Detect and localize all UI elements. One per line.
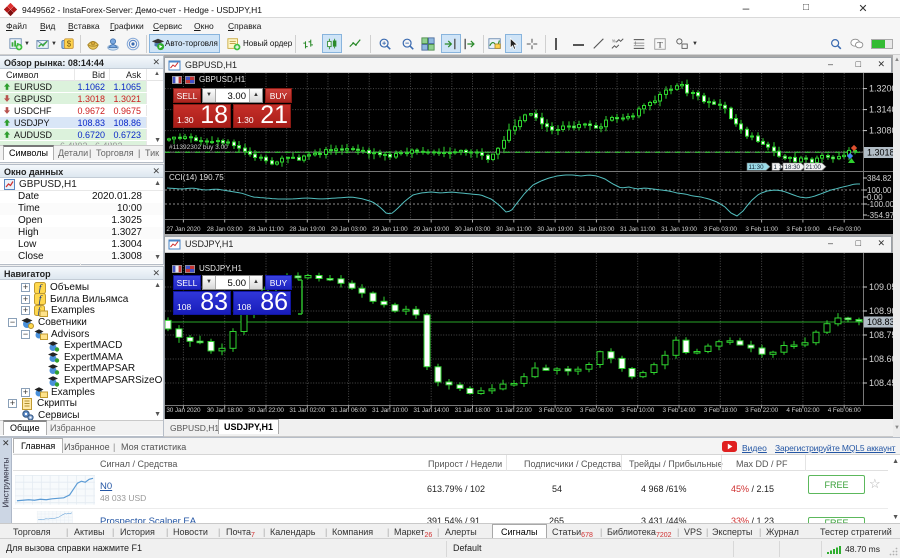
svg-text:31 Jan 02:00: 31 Jan 02:00	[289, 407, 325, 414]
svg-text:108.90: 108.90	[869, 306, 893, 316]
svg-text:31 Jan 14:00: 31 Jan 14:00	[413, 407, 449, 414]
svg-text:27 Jan 2020: 27 Jan 2020	[166, 226, 201, 233]
svg-text:T: T	[657, 40, 663, 50]
svg-text:1.3080: 1.3080	[869, 126, 893, 136]
svg-text:109.05: 109.05	[869, 282, 893, 292]
svg-text:28 Jan 19:00: 28 Jan 19:00	[289, 226, 325, 233]
svg-text:30 Jan 22:00: 30 Jan 22:00	[248, 407, 284, 414]
svg-text:30 Jan 11:00: 30 Jan 11:00	[496, 226, 532, 233]
svg-text:108.60: 108.60	[869, 354, 893, 364]
svg-text:21:00: 21:00	[806, 164, 822, 171]
svg-text:31 Jan 06:00: 31 Jan 06:00	[331, 407, 367, 414]
svg-text:31 Jan 19:00: 31 Jan 19:00	[661, 226, 697, 233]
svg-text:18:30: 18:30	[785, 164, 801, 171]
svg-text:1.3140: 1.3140	[869, 105, 893, 115]
svg-text:%: %	[612, 38, 616, 43]
svg-text:1.3200: 1.3200	[869, 84, 893, 94]
svg-text:4 Feb 03:00: 4 Feb 03:00	[828, 226, 862, 233]
svg-text:29 Jan 11:00: 29 Jan 11:00	[372, 226, 408, 233]
svg-text:3 Feb 02:00: 3 Feb 02:00	[539, 407, 573, 414]
svg-text:108.83: 108.83	[867, 317, 893, 327]
svg-text:4 Feb 02:00: 4 Feb 02:00	[786, 407, 820, 414]
svg-text:31 Jan 11:00: 31 Jan 11:00	[620, 226, 656, 233]
svg-text:$: $	[67, 40, 72, 49]
svg-text:29 Jan 19:00: 29 Jan 19:00	[413, 226, 449, 233]
svg-text:-354.97: -354.97	[867, 211, 893, 220]
svg-text:31 Jan 18:00: 31 Jan 18:00	[455, 407, 491, 414]
svg-text:3 Feb 11:00: 3 Feb 11:00	[745, 226, 778, 233]
svg-text:108.75: 108.75	[869, 330, 893, 340]
svg-text:30 Jan 03:00: 30 Jan 03:00	[455, 226, 491, 233]
svg-text:30 Jan 2020: 30 Jan 2020	[166, 407, 201, 414]
svg-text:3 Feb 18:00: 3 Feb 18:00	[704, 407, 738, 414]
svg-text:28 Jan 11:00: 28 Jan 11:00	[248, 226, 284, 233]
svg-text:3 Feb 14:00: 3 Feb 14:00	[662, 407, 696, 414]
svg-text:31 Jan 03:00: 31 Jan 03:00	[579, 226, 615, 233]
svg-text:3 Feb 22:00: 3 Feb 22:00	[745, 407, 779, 414]
svg-text:11:30: 11:30	[749, 164, 765, 171]
svg-text:30 Jan 18:00: 30 Jan 18:00	[207, 407, 243, 414]
svg-text:31 Jan 10:00: 31 Jan 10:00	[372, 407, 408, 414]
svg-text:31 Jan 22:00: 31 Jan 22:00	[496, 407, 532, 414]
svg-text:108.45: 108.45	[869, 378, 893, 388]
svg-text:3 Feb 03:00: 3 Feb 03:00	[704, 226, 738, 233]
svg-text:29 Jan 03:00: 29 Jan 03:00	[331, 226, 367, 233]
svg-text:28 Jan 03:00: 28 Jan 03:00	[207, 226, 243, 233]
svg-text:-100.00: -100.00	[867, 200, 893, 209]
svg-text:30 Jan 19:00: 30 Jan 19:00	[537, 226, 573, 233]
svg-text:1 1: 1 1	[774, 164, 783, 171]
svg-text:1.3018: 1.3018	[867, 148, 893, 158]
svg-text:3 Feb 06:00: 3 Feb 06:00	[580, 407, 614, 414]
svg-text:384.82: 384.82	[867, 174, 892, 183]
svg-text:4 Feb 06:00: 4 Feb 06:00	[828, 407, 862, 414]
svg-text:3 Feb 10:00: 3 Feb 10:00	[621, 407, 655, 414]
svg-text:3 Feb 19:00: 3 Feb 19:00	[786, 226, 820, 233]
